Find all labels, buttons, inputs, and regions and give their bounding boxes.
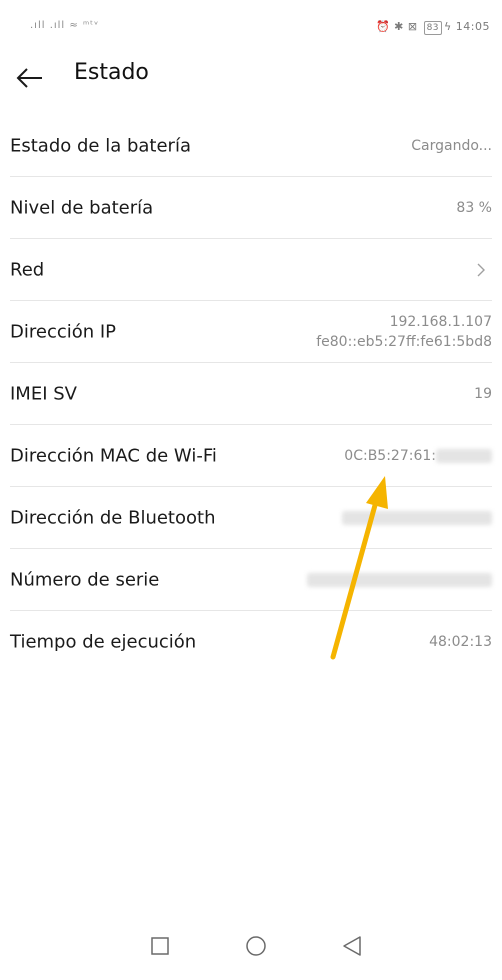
battery-level: 83: [426, 23, 440, 33]
signal-icons: .ıll .ıll ≈ ᵐᵗᵛ: [30, 20, 100, 31]
row-imei-sv[interactable]: IMEI SV 19: [10, 363, 492, 425]
row-label: Dirección MAC de Wi-Fi: [10, 445, 217, 466]
row-wifi-mac[interactable]: Dirección MAC de Wi-Fi 0C:B5:27:61:: [10, 425, 492, 487]
row-bluetooth-address[interactable]: Dirección de Bluetooth: [10, 487, 492, 549]
redacted-value: [342, 510, 492, 525]
status-right: ⏰ ✱ ⊠ 83 ϟ 14:05: [376, 20, 490, 35]
row-uptime[interactable]: Tiempo de ejecución 48:02:13: [10, 611, 492, 672]
row-label: Dirección de Bluetooth: [10, 507, 216, 528]
row-value: [307, 572, 492, 588]
row-label: Dirección IP: [10, 321, 117, 342]
row-value: [342, 510, 492, 526]
ipv4-value: 192.168.1.107: [389, 313, 492, 330]
page-title: Estado: [74, 60, 149, 85]
row-value: 0C:B5:27:61:: [344, 448, 492, 464]
redacted-value: [307, 572, 492, 587]
row-label: Tiempo de ejecución: [10, 631, 197, 652]
row-network[interactable]: Red: [10, 239, 492, 301]
row-battery-level[interactable]: Nivel de batería 83 %: [10, 177, 492, 239]
charging-icon: ϟ: [444, 20, 452, 33]
system-icons: ⏰ ✱ ⊠: [375, 20, 418, 33]
arrow-left-icon: [16, 68, 42, 88]
row-ip-address[interactable]: Dirección IP 192.168.1.107 fe80::eb5:27f…: [10, 301, 492, 363]
square-icon: [151, 937, 169, 955]
back-button[interactable]: [12, 58, 52, 98]
row-label: Red: [10, 259, 45, 280]
ipv6-value: fe80::eb5:27ff:fe61:5bd8: [316, 333, 492, 350]
row-value: Cargando...: [411, 137, 492, 154]
row-label: Estado de la batería: [10, 135, 191, 156]
circle-icon: [246, 936, 266, 956]
status-bar: .ıll .ıll ≈ ᵐᵗᵛ ⏰ ✱ ⊠ 83 ϟ 14:05: [0, 0, 502, 52]
mac-visible-part: 0C:B5:27:61:: [344, 447, 436, 464]
row-battery-status[interactable]: Estado de la batería Cargando...: [10, 115, 492, 177]
recent-apps-button[interactable]: [140, 928, 180, 964]
row-value: 192.168.1.107 fe80::eb5:27ff:fe61:5bd8: [316, 312, 492, 352]
triangle-back-icon: [343, 936, 361, 956]
row-label: IMEI SV: [10, 383, 77, 404]
row-label: Nivel de batería: [10, 197, 154, 218]
back-nav-button[interactable]: [332, 928, 372, 964]
home-button[interactable]: [236, 928, 276, 964]
app-header: Estado: [0, 52, 502, 107]
status-list: Estado de la batería Cargando... Nivel d…: [0, 115, 502, 672]
row-label: Número de serie: [10, 569, 160, 590]
clock: 14:05: [455, 20, 490, 33]
redacted-value: [436, 448, 492, 463]
chevron-right-icon: [477, 263, 485, 276]
row-value: 83 %: [456, 199, 492, 216]
battery-icon: 83: [423, 21, 443, 35]
nav-bar: [0, 920, 502, 980]
row-value: 48:02:13: [429, 633, 492, 650]
row-serial-number[interactable]: Número de serie: [10, 549, 492, 611]
row-value: 19: [474, 385, 492, 402]
